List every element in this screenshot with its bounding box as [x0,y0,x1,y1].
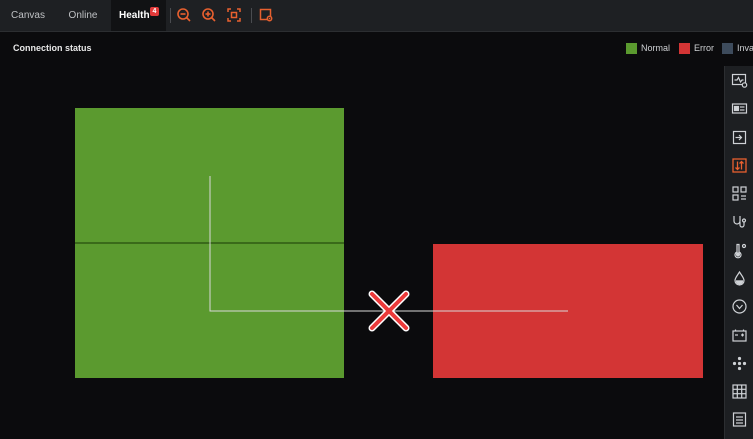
tab-health[interactable]: Health 4 [111,0,166,31]
chevron-circle-icon[interactable] [731,298,748,315]
tab-online[interactable]: Online [61,0,105,31]
notification-badge: 4 [150,7,159,16]
toolbar-divider [251,8,252,23]
temperature-icon[interactable] [731,242,748,259]
zoom-out-icon[interactable] [176,7,192,23]
device-card-icon[interactable] [731,100,748,117]
tab-bar: Canvas Online Health 4 [0,0,753,32]
keypad-icon[interactable] [731,383,748,400]
data-exchange-icon[interactable] [731,157,748,174]
list-icon[interactable] [731,411,748,428]
fit-screen-icon[interactable] [226,7,242,23]
fan-icon[interactable] [731,355,748,372]
tab-canvas[interactable]: Canvas [8,0,48,31]
toolbar-divider [170,8,171,23]
humidity-icon[interactable] [731,270,748,287]
topology-canvas[interactable]: Connection status Normal Error Inval [0,32,753,439]
tab-health-label: Health [119,10,150,21]
zoom-in-icon[interactable] [201,7,217,23]
monitor-settings-icon[interactable] [731,72,748,89]
connection-diagram [75,108,703,378]
login-icon[interactable] [731,129,748,146]
grid-scan-icon[interactable] [731,185,748,202]
right-toolbar [724,66,753,439]
battery-icon[interactable] [731,327,748,344]
link-icon[interactable] [731,213,748,230]
legend-label: Inval [737,43,753,53]
export-icon[interactable] [258,7,274,23]
